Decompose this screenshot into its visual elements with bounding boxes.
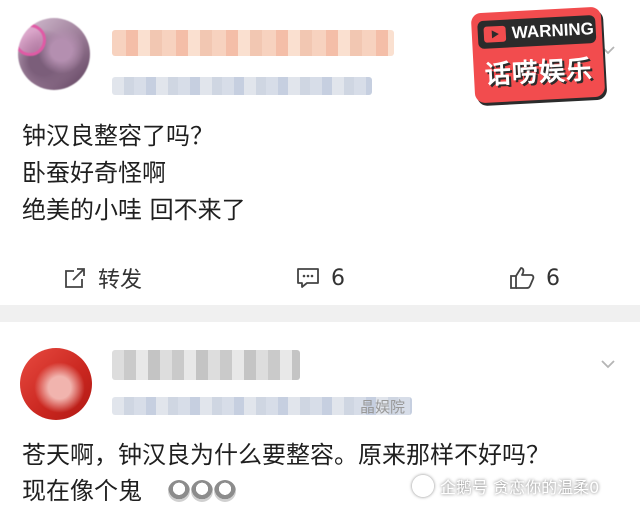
- avatar-decoration: [18, 24, 46, 56]
- watermark-text: 企鹅号 贪恋你的温柔0: [440, 478, 600, 497]
- comment-icon: [297, 268, 319, 288]
- repost-button[interactable]: 转发: [62, 258, 142, 298]
- like-icon: [510, 267, 535, 289]
- warning-play-icon: [483, 25, 507, 43]
- emoji-icon: [167, 480, 190, 502]
- warning-badge: WARNING 话唠娱乐: [470, 6, 606, 104]
- emoji-icon: [190, 480, 213, 502]
- comment-count: 6: [331, 265, 345, 291]
- feed-divider: [0, 305, 640, 322]
- emoji-icon: [213, 480, 236, 502]
- watermark-logo-icon: [412, 475, 434, 497]
- post-text: 苍天啊，钟汉良为什么要整容。原来那样不好吗？ 现在像个鬼: [22, 435, 622, 511]
- post-text-line: 苍天啊，钟汉良为什么要整容。原来那样不好吗？: [22, 441, 550, 469]
- avatar[interactable]: [20, 348, 92, 420]
- username-blurred[interactable]: [112, 350, 300, 380]
- chevron-down-icon[interactable]: [600, 356, 616, 372]
- post-text-line: 现在像个鬼: [22, 477, 142, 505]
- badge-brand: 话唠娱乐: [484, 55, 594, 91]
- warning-text: WARNING: [511, 19, 595, 43]
- post-meta-blurred: [112, 77, 372, 95]
- post-text-line: 卧蚕好奇怪啊: [22, 159, 166, 187]
- username-blurred[interactable]: [112, 30, 394, 56]
- like-button[interactable]: 6: [508, 258, 560, 298]
- weibo-post-1: WARNING 话唠娱乐 钟汉良整容了吗？ 卧蚕好奇怪啊 绝美的小哇 回不来了 …: [0, 0, 640, 305]
- post-meta-source: 晶娱院: [360, 398, 406, 416]
- avatar[interactable]: [18, 18, 90, 90]
- warning-bar: WARNING: [477, 14, 597, 50]
- post-text: 钟汉良整容了吗？ 卧蚕好奇怪啊 绝美的小哇 回不来了: [22, 118, 246, 229]
- post-text-line: 绝美的小哇 回不来了: [22, 196, 246, 224]
- like-count: 6: [546, 265, 560, 291]
- post-actions: 转发 6 6: [0, 258, 640, 298]
- watermark: 企鹅号 贪恋你的温柔0: [412, 474, 599, 498]
- comment-button[interactable]: 6: [295, 258, 345, 298]
- repost-label: 转发: [98, 268, 143, 293]
- post-text-line: 钟汉良整容了吗？: [22, 122, 214, 150]
- repost-icon: [65, 268, 85, 288]
